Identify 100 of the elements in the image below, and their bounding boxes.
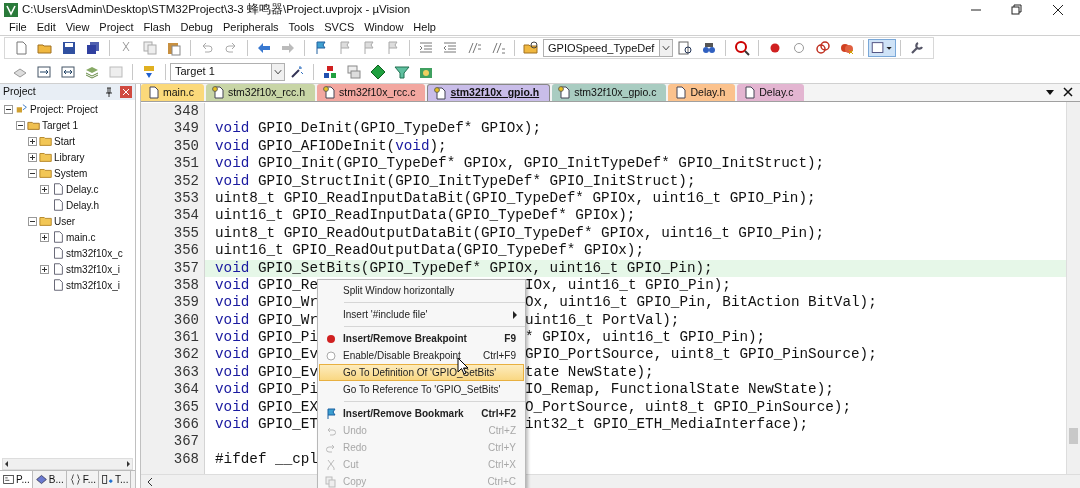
tree-item[interactable]: Start (54, 133, 76, 149)
submenu-arrow-icon (512, 310, 518, 319)
tree-item[interactable]: Delay.h (66, 197, 100, 213)
menu-item[interactable]: Window (359, 19, 409, 36)
project-window-icon[interactable] (2, 473, 15, 486)
line-number: 355 (172, 224, 200, 243)
line-number: 357 (172, 259, 200, 277)
build-icon[interactable] (36, 63, 52, 80)
tree-item[interactable]: stm32f10x_c (66, 245, 123, 261)
code-line: tate NewState); (524, 363, 654, 382)
download-icon[interactable] (141, 63, 157, 80)
menu-item[interactable]: Flash (138, 19, 176, 36)
expand-icon[interactable] (39, 264, 49, 274)
menu-item[interactable]: Insert/Remove Breakpoint F9 (319, 330, 524, 347)
file-tab[interactable]: Delay.c (737, 84, 804, 101)
find-document-icon[interactable] (677, 40, 693, 56)
braces-icon[interactable] (68, 473, 82, 486)
funnel-icon[interactable] (394, 63, 410, 80)
menu-item[interactable]: Debug (175, 19, 218, 36)
file-tab[interactable]: stm32f10x_rcc.c (317, 84, 426, 101)
expand-icon[interactable] (39, 184, 49, 194)
project-icon (15, 102, 29, 116)
expand-icon[interactable] (27, 152, 37, 162)
menu-item[interactable]: Tools (283, 19, 320, 36)
expand-icon[interactable] (39, 232, 49, 242)
target-combo[interactable]: Target 1 (170, 62, 285, 81)
binoculars-icon[interactable] (701, 40, 717, 56)
debug-session-icon[interactable] (734, 40, 750, 56)
template-icon[interactable] (101, 473, 115, 486)
stacked-windows-icon[interactable] (346, 63, 362, 80)
collapse-icon[interactable] (27, 216, 37, 226)
save-icon[interactable] (61, 40, 77, 56)
horizontal-scrollbar[interactable] (2, 458, 133, 470)
tree-item[interactable]: stm32f10x_i (66, 277, 120, 293)
scroll-left-icon[interactable] (3, 460, 11, 468)
save-all-icon[interactable] (85, 40, 101, 56)
tree-item[interactable]: Project: Project (30, 101, 98, 117)
empty-breakpoint-icon[interactable] (791, 40, 807, 56)
bookmark-flag-icon[interactable] (313, 40, 329, 56)
menu-item[interactable]: Edit (31, 19, 61, 36)
window-layout-icon[interactable] (868, 39, 896, 57)
tree-item[interactable]: System (54, 165, 88, 181)
menu-item[interactable]: Peripherals (217, 19, 284, 36)
tree-item[interactable]: stm32f10x_i (66, 261, 120, 277)
menu-item[interactable]: File (4, 19, 32, 36)
rebuild-icon[interactable] (60, 63, 76, 80)
settings-icon[interactable] (909, 40, 925, 56)
menu-item[interactable]: Insert/Remove Bookmark Ctrl+F2 (319, 405, 524, 422)
menu-item[interactable]: Go To Definition Of 'GPIO_SetBits' (319, 364, 524, 381)
comment-icon[interactable] (466, 40, 482, 56)
panel-tab[interactable]: F... (66, 471, 100, 488)
collapse-icon[interactable] (3, 104, 13, 114)
books-icon[interactable] (34, 473, 48, 486)
diamond-icon[interactable] (370, 63, 386, 80)
code-line: uint16_t GPIO_ReadOutputData(GPIO_TypeDef* GPIOx); (215, 242, 644, 260)
line-number: 363 (172, 363, 200, 382)
file-tab[interactable]: main.c (141, 84, 204, 101)
line-number: 358 (172, 276, 200, 295)
collapse-icon[interactable] (15, 120, 25, 130)
scroll-right-icon[interactable] (124, 460, 132, 468)
new-file-icon[interactable] (13, 40, 29, 56)
file-tab[interactable]: stm32f10x_rcc.h (205, 84, 315, 101)
menu-item[interactable]: SVCS (319, 19, 360, 36)
menu-item[interactable]: Split Window horizontally (319, 282, 524, 299)
menu-item[interactable]: Enable/Disable Breakpoint Ctrl+F9 (319, 347, 524, 364)
pin-icon[interactable] (104, 87, 114, 97)
paste-icon[interactable] (166, 40, 182, 56)
menu-item[interactable]: Insert '#include file' (319, 306, 524, 323)
tree-item[interactable]: Library (54, 149, 85, 165)
scroll-thumb[interactable] (1069, 428, 1078, 444)
close-icon[interactable] (1062, 86, 1074, 98)
panel-tab[interactable]: B... (32, 471, 67, 488)
collapse-icon[interactable] (27, 168, 37, 178)
expand-icon[interactable] (27, 136, 37, 146)
uncomment-icon[interactable] (490, 40, 506, 56)
line-number: 356 (172, 242, 200, 260)
find-combo[interactable]: GPIOSpeed_TypeDef (543, 39, 673, 57)
scroll-left-icon[interactable] (145, 476, 155, 487)
tree-item[interactable]: User (54, 213, 76, 229)
file-tab[interactable]: Delay.h (668, 84, 736, 101)
vertical-scrollbar[interactable] (1066, 102, 1080, 474)
file-tab[interactable]: stm32f10x_gpio.h (427, 84, 551, 101)
code-line: #ifdef __cpl (215, 450, 318, 469)
panel-tab[interactable]: P... (0, 471, 33, 488)
linked-circles-icon[interactable] (815, 40, 831, 56)
components-icon[interactable] (322, 63, 338, 80)
menu-item[interactable]: Project (94, 19, 139, 36)
panel-tab[interactable]: T... (99, 471, 132, 488)
menu-item[interactable]: Help (408, 19, 441, 36)
menu-item[interactable]: View (60, 19, 95, 36)
line-number: 350 (172, 137, 200, 156)
find-in-files-icon[interactable] (523, 40, 539, 56)
menu-item[interactable]: Go To Reference To 'GPIO_SetBits' (319, 381, 524, 398)
magic-wand-icon[interactable] (289, 63, 305, 80)
tree-item[interactable]: Target 1 (42, 117, 79, 133)
tree-item[interactable]: main.c (66, 229, 96, 245)
folder-icon (39, 134, 53, 148)
code-line: void GPIO_Pi (215, 381, 318, 399)
tree-item[interactable]: Delay.c (66, 181, 99, 197)
file-tab[interactable]: stm32f10x_gpio.c (552, 84, 667, 101)
